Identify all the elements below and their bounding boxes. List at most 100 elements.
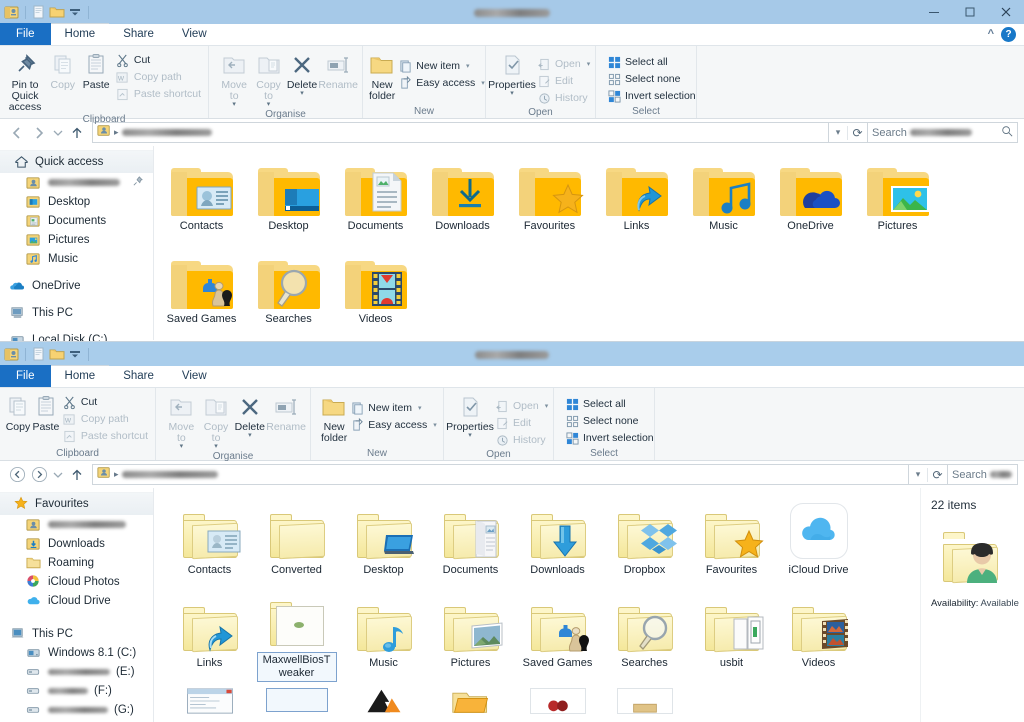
window1-tabstrip[interactable]: File Home Share View ^ ? xyxy=(0,23,1024,46)
window2-titlebar[interactable] xyxy=(0,342,1024,366)
paste-shortcut-button[interactable]: Paste shortcut xyxy=(60,428,151,444)
window1-titlebar[interactable] xyxy=(0,0,1024,24)
file-item[interactable]: Downloads xyxy=(419,152,506,245)
pin-to-quick-access-button[interactable]: Pin to Quick access xyxy=(4,50,46,113)
sidebar-item-desktop[interactable]: Desktop xyxy=(0,192,153,211)
pin-icon[interactable] xyxy=(132,175,143,190)
open-button[interactable]: Open ▾ xyxy=(534,56,593,72)
select-none-button[interactable]: Select none xyxy=(604,71,699,87)
sidebar-header-quick-access[interactable]: Quick access xyxy=(0,150,153,173)
recent-locations-icon[interactable] xyxy=(50,464,66,486)
move-to-button[interactable]: Move to ▾ xyxy=(217,50,251,108)
rename-button[interactable]: Rename xyxy=(318,50,358,91)
chevron-down-icon[interactable]: ▾ xyxy=(909,469,927,480)
sidebar-item-icloud-photos[interactable]: iCloud Photos xyxy=(0,572,153,591)
tab-view[interactable]: View xyxy=(168,365,221,387)
file-item[interactable]: Documents xyxy=(427,496,514,589)
file-item[interactable] xyxy=(166,682,253,714)
delete-caret-icon[interactable]: ▾ xyxy=(300,90,304,97)
sidebar-item-icloud-drive[interactable]: iCloud Drive xyxy=(0,591,153,610)
chevron-down-icon[interactable]: ▾ xyxy=(829,127,847,138)
sidebar-item-local-disk-c[interactable]: Local Disk (C:) xyxy=(0,330,153,341)
refresh-icon[interactable]: ⟳ xyxy=(847,125,867,140)
tab-share[interactable]: Share xyxy=(109,365,168,387)
cut-button[interactable]: Cut xyxy=(60,394,151,410)
file-item[interactable]: Converted xyxy=(253,496,340,589)
open-caret-icon[interactable]: ▾ xyxy=(587,60,591,68)
easy-access-button[interactable]: Easy access ▾ xyxy=(395,75,487,91)
file-item[interactable]: Contacts xyxy=(158,152,245,245)
file-item[interactable]: iCloud Drive xyxy=(775,496,862,589)
restore-icon[interactable] xyxy=(952,0,988,24)
tab-view[interactable]: View xyxy=(168,23,221,45)
copy-button[interactable]: Copy xyxy=(4,392,32,433)
file-item[interactable] xyxy=(340,682,427,713)
window2-tabstrip[interactable]: File Home Share View xyxy=(0,365,1024,388)
file-item[interactable]: Favourites xyxy=(688,496,775,589)
invert-selection-button[interactable]: Invert selection xyxy=(604,88,699,104)
forward-arrow-icon[interactable] xyxy=(28,464,50,486)
window2-ribbon[interactable]: Copy Paste Cut W Copy path Paste shortcu… xyxy=(0,388,1024,462)
select-all-button[interactable]: Select all xyxy=(604,54,699,70)
file-item[interactable]: Pictures xyxy=(427,589,514,682)
sidebar-item-drive-f[interactable]: (F:) xyxy=(0,681,153,700)
tab-file[interactable]: File xyxy=(0,365,51,387)
file-item[interactable]: Music xyxy=(340,589,427,682)
sidebar-item-pictures[interactable]: Pictures xyxy=(0,230,153,249)
file-item[interactable]: Searches xyxy=(245,245,332,338)
window2-search-input[interactable]: Search xyxy=(948,464,1018,485)
sidebar-item-this-pc[interactable]: This PC xyxy=(0,624,153,643)
sidebar-item-user-folder[interactable] xyxy=(0,173,153,192)
search-icon[interactable] xyxy=(1001,125,1013,140)
sidebar-item-windows-drive[interactable]: Windows 8.1 (C:) xyxy=(0,643,153,662)
sidebar-item-drive-e[interactable]: (E:) xyxy=(0,662,153,681)
new-folder-button[interactable]: New folder xyxy=(321,392,347,444)
edit-button[interactable]: Edit xyxy=(492,415,551,431)
close-icon[interactable] xyxy=(988,0,1024,24)
tab-share[interactable]: Share xyxy=(109,23,168,45)
new-item-button[interactable]: New item ▾ xyxy=(395,58,487,74)
tab-home[interactable]: Home xyxy=(50,23,110,45)
select-none-button[interactable]: Select none xyxy=(562,413,657,429)
sidebar-item-roaming[interactable]: Roaming xyxy=(0,553,153,572)
window2-path-controls[interactable]: ▾ ⟳ xyxy=(909,464,948,485)
refresh-icon[interactable]: ⟳ xyxy=(927,467,947,482)
file-item[interactable]: Links xyxy=(593,152,680,245)
copy-path-button[interactable]: W Copy path xyxy=(60,411,151,427)
help-icon[interactable]: ? xyxy=(1001,26,1016,42)
tab-file[interactable]: File xyxy=(0,23,51,45)
easy-access-caret-icon[interactable]: ▾ xyxy=(433,421,437,429)
invert-selection-button[interactable]: Invert selection xyxy=(562,430,657,446)
sidebar-item-onedrive[interactable]: OneDrive xyxy=(0,276,153,295)
properties-button[interactable]: Properties ▾ xyxy=(446,392,494,439)
history-button[interactable]: History xyxy=(534,90,593,106)
tab-home[interactable]: Home xyxy=(50,365,110,387)
up-arrow-icon[interactable] xyxy=(66,464,88,486)
open-caret-icon[interactable]: ▾ xyxy=(545,402,549,410)
window1-file-grid[interactable]: Contacts Desktop Documents Downloads Fav… xyxy=(154,146,1024,340)
file-item[interactable]: Pictures xyxy=(854,152,941,245)
window1-ribbon[interactable]: Pin to Quick access Copy Paste Cut W Cop… xyxy=(0,46,1024,125)
sidebar-item-this-pc[interactable]: This PC xyxy=(0,303,153,322)
file-item[interactable] xyxy=(601,682,688,714)
file-item[interactable]: MaxwellBiosTweaker xyxy=(253,589,340,682)
open-button[interactable]: Open ▾ xyxy=(492,398,551,414)
window1-tabstrip-right[interactable]: ^ ? xyxy=(988,23,1024,45)
window2-navigation-pane[interactable]: Favourites Downloads Roaming iCloud Phot… xyxy=(0,488,154,722)
properties-button[interactable]: Properties ▾ xyxy=(488,50,536,97)
copy-to-button[interactable]: Copy to ▾ xyxy=(199,392,234,450)
copy-button[interactable]: Copy xyxy=(46,50,79,91)
history-button[interactable]: History xyxy=(492,432,551,448)
new-folder-button[interactable]: New folder xyxy=(369,50,395,102)
window1-search-input[interactable]: Search xyxy=(868,122,1018,143)
sidebar-item-music[interactable]: Music xyxy=(0,249,153,268)
file-item[interactable] xyxy=(514,682,601,714)
file-item[interactable]: Contacts xyxy=(166,496,253,589)
sidebar-item-drive-g[interactable]: (G:) xyxy=(0,700,153,719)
sidebar-item-documents[interactable]: Documents xyxy=(0,211,153,230)
collapse-ribbon-icon[interactable]: ^ xyxy=(988,28,994,40)
file-item[interactable]: Links xyxy=(166,589,253,682)
delete-caret-icon[interactable]: ▾ xyxy=(248,432,252,439)
file-item[interactable]: Documents xyxy=(332,152,419,245)
copy-to-button[interactable]: Copy to ▾ xyxy=(251,50,285,108)
